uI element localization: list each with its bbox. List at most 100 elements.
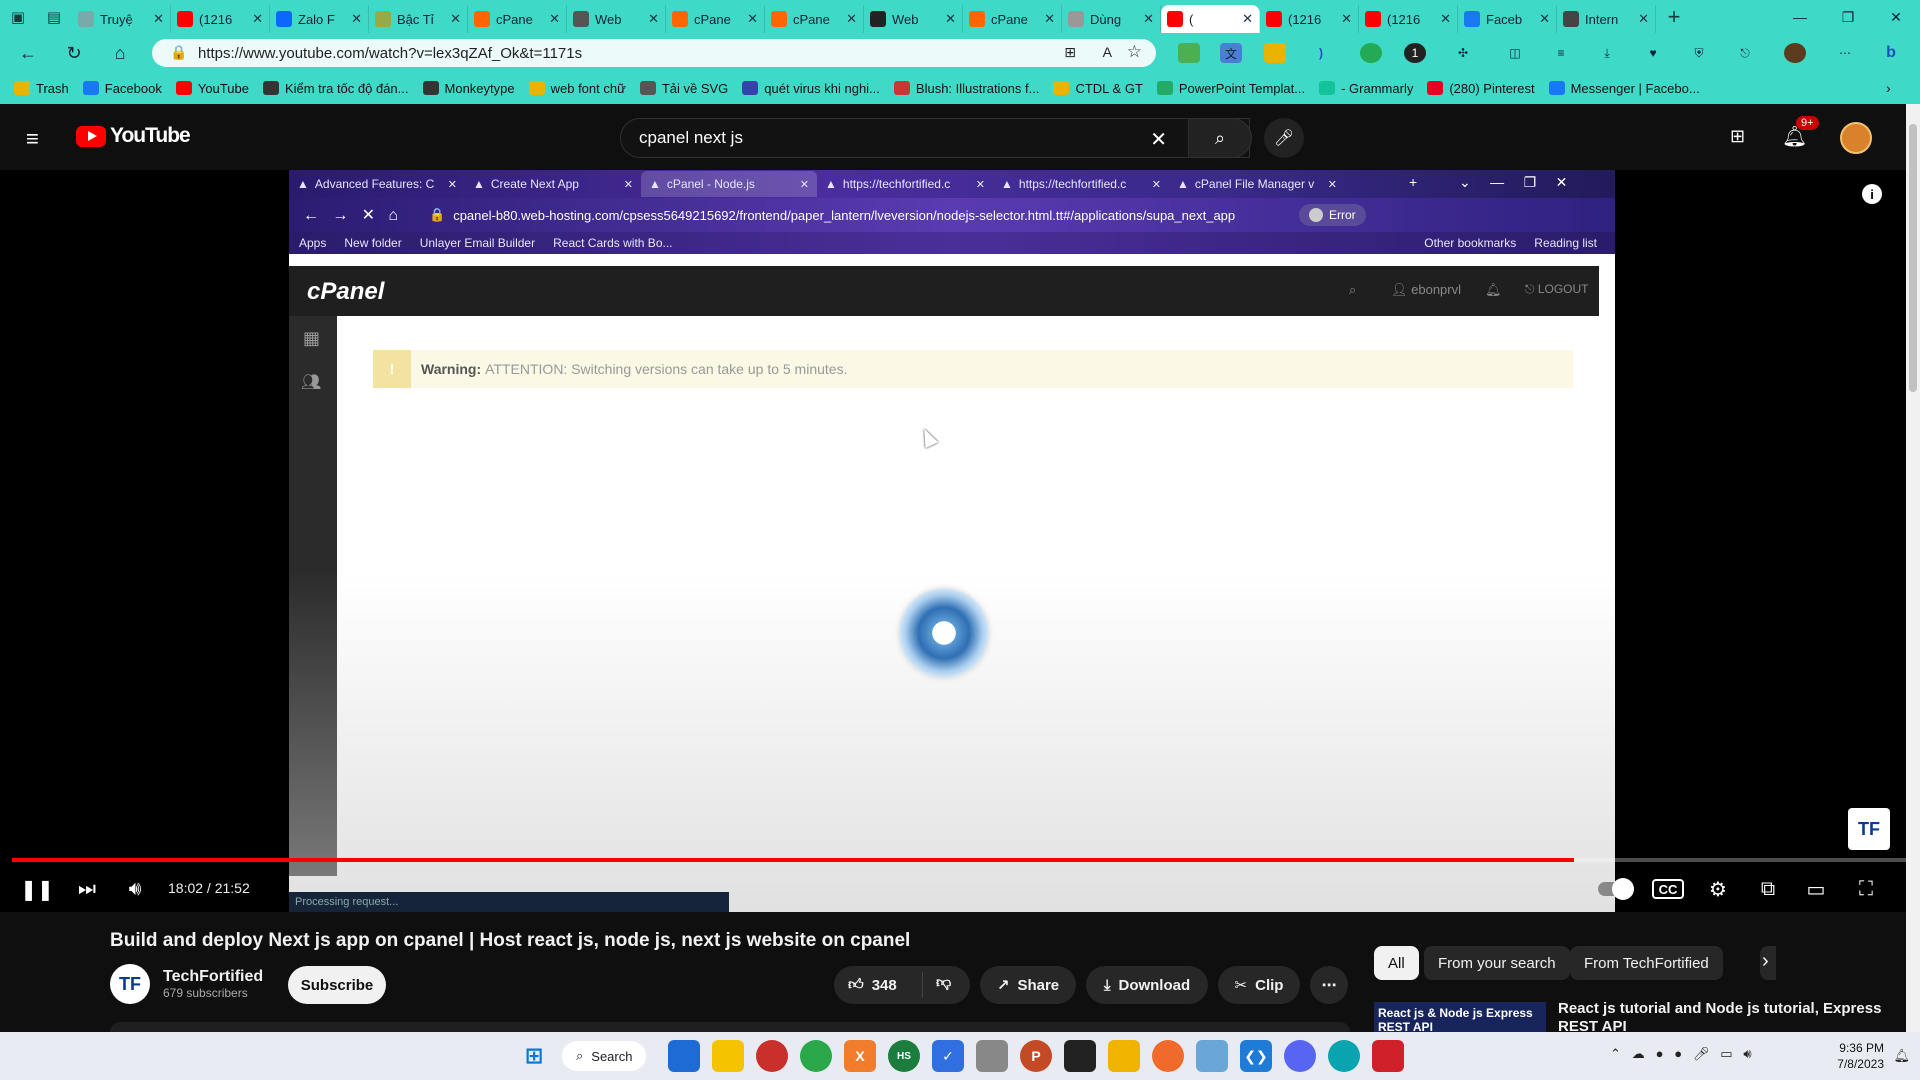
- extension-icon[interactable]: ): [1310, 43, 1332, 63]
- app-icon[interactable]: [1064, 1040, 1096, 1072]
- pause-icon[interactable]: ❚❚: [20, 874, 54, 904]
- browser-tab[interactable]: (1216 ✕: [171, 5, 270, 33]
- share-icon[interactable]: ⎋: [1734, 43, 1756, 63]
- channel-avatar[interactable]: TF: [110, 964, 150, 1004]
- app-available-icon[interactable]: ⊞: [1064, 44, 1076, 61]
- extension-icon[interactable]: [1360, 43, 1382, 63]
- browser-tab[interactable]: Intern ✕: [1557, 5, 1656, 33]
- scrollbar-thumb[interactable]: [1909, 124, 1917, 392]
- refresh-icon[interactable]: ↻: [60, 40, 88, 66]
- info-icon[interactable]: i: [1862, 184, 1882, 204]
- more-menu-icon[interactable]: ⋯: [1834, 43, 1856, 63]
- channel-watermark[interactable]: TF: [1848, 808, 1890, 850]
- video-player[interactable]: ▲ Advanced Features: C ✕ ▲ Create Next App ✕ ▲…: [0, 170, 1920, 912]
- volume-icon[interactable]: 🔊︎: [120, 874, 150, 904]
- account-avatar[interactable]: [1840, 122, 1872, 154]
- chevron-right-icon[interactable]: ›: [1886, 80, 1891, 96]
- bookmark-item[interactable]: Tải về SVG: [639, 81, 728, 96]
- browser-tab[interactable]: cPane ✕: [468, 5, 567, 33]
- close-tab-icon[interactable]: ✕: [1341, 11, 1352, 27]
- browser-tab[interactable]: Zalo F ✕: [270, 5, 369, 33]
- close-tab-icon[interactable]: ✕: [351, 11, 362, 27]
- store-app-icon[interactable]: [668, 1040, 700, 1072]
- app-icon[interactable]: [1196, 1040, 1228, 1072]
- favorite-star-icon[interactable]: ☆: [1127, 42, 1142, 62]
- fullscreen-icon[interactable]: ⛶: [1850, 874, 1882, 904]
- youtube-logo[interactable]: YouTube: [76, 124, 191, 148]
- back-icon[interactable]: ←: [14, 40, 42, 66]
- restore-button[interactable]: ❐: [1824, 0, 1872, 34]
- download-button[interactable]: ⤓ Download: [1086, 966, 1208, 1004]
- browser-essentials-icon[interactable]: ⛨: [1688, 43, 1710, 63]
- recommendation-title[interactable]: React js tutorial and Node js tutorial, …: [1558, 1000, 1898, 1032]
- profile-avatar[interactable]: [1784, 43, 1806, 63]
- bookmark-item[interactable]: Trash: [14, 81, 69, 96]
- browser-tab[interactable]: (1216 ✕: [1260, 5, 1359, 33]
- chip-from-channel[interactable]: From TechFortified: [1570, 946, 1723, 980]
- bookmark-item[interactable]: YouTube: [175, 81, 249, 96]
- search-input[interactable]: cpanel next js ✕: [620, 118, 1250, 158]
- bookmark-item[interactable]: (280) Pinterest: [1427, 81, 1535, 96]
- app-icon[interactable]: [756, 1040, 788, 1072]
- chevron-right-icon[interactable]: ›: [1762, 950, 1769, 973]
- voice-search-button[interactable]: 🎤︎: [1264, 118, 1304, 158]
- close-tab-icon[interactable]: ✕: [1143, 11, 1154, 27]
- clock[interactable]: 9:36 PM 7/8/2023: [1837, 1040, 1884, 1072]
- taskbar-search[interactable]: ⌕ Search: [562, 1041, 647, 1071]
- downloads-icon[interactable]: ⤓: [1596, 43, 1618, 63]
- close-window-button[interactable]: ✕: [1872, 0, 1920, 34]
- performance-icon[interactable]: ♥: [1642, 43, 1664, 63]
- browser-tab[interactable]: cPane ✕: [765, 5, 864, 33]
- bookmark-item[interactable]: quét virus khi nghi...: [742, 81, 880, 96]
- app-icon[interactable]: [800, 1040, 832, 1072]
- new-tab-button[interactable]: +: [1656, 0, 1692, 34]
- bookmark-item[interactable]: Monkeytype: [422, 81, 515, 96]
- channel-name[interactable]: TechFortified: [163, 968, 263, 986]
- theater-mode-icon[interactable]: ▭: [1800, 874, 1832, 904]
- close-tab-icon[interactable]: ✕: [252, 11, 263, 27]
- powerpoint-icon[interactable]: P: [1020, 1040, 1052, 1072]
- chip-all[interactable]: All: [1374, 946, 1419, 980]
- notification-center-icon[interactable]: 🔔︎: [1893, 1048, 1910, 1064]
- url-field[interactable]: 🔒 https://www.youtube.com/watch?v=lex3qZ…: [152, 39, 1156, 67]
- close-tab-icon[interactable]: ✕: [747, 11, 758, 27]
- vscode-icon[interactable]: ❮❯: [1240, 1040, 1272, 1072]
- recommendation-thumbnail[interactable]: React js & Node js Express REST API: [1374, 1002, 1546, 1032]
- close-tab-icon[interactable]: ✕: [1539, 11, 1550, 27]
- minimize-button[interactable]: —: [1776, 0, 1824, 34]
- share-button[interactable]: ↗ Share: [980, 966, 1076, 1004]
- read-aloud-icon[interactable]: A: [1103, 44, 1112, 60]
- close-tab-icon[interactable]: ✕: [846, 11, 857, 27]
- clip-button[interactable]: ✂ Clip: [1218, 966, 1300, 1004]
- favorites-icon[interactable]: ≡: [1550, 43, 1572, 63]
- close-tab-icon[interactable]: ✕: [450, 11, 461, 27]
- app-icon[interactable]: HS: [888, 1040, 920, 1072]
- bookmark-item[interactable]: Facebook: [82, 81, 162, 96]
- description-box[interactable]: [110, 1022, 1350, 1032]
- edge-icon[interactable]: [1328, 1040, 1360, 1072]
- extension-icon[interactable]: 1: [1404, 43, 1426, 63]
- search-button[interactable]: ⌕: [1188, 118, 1252, 158]
- bing-chat-icon[interactable]: b: [1880, 43, 1902, 63]
- close-tab-icon[interactable]: ✕: [153, 11, 164, 27]
- thumbs-down-icon[interactable]: 👎︎: [936, 974, 951, 992]
- tab-actions-icon[interactable]: ▤: [36, 0, 72, 34]
- progress-bar[interactable]: [12, 858, 1908, 862]
- app-icon[interactable]: [976, 1040, 1008, 1072]
- close-tab-icon[interactable]: ✕: [1638, 11, 1649, 27]
- settings-gear-icon[interactable]: ⚙: [1702, 874, 1734, 904]
- bookmark-item[interactable]: Blush: Illustrations f...: [893, 81, 1039, 96]
- extension-icon[interactable]: [1178, 43, 1200, 63]
- menu-icon[interactable]: ≡: [26, 126, 39, 152]
- bookmark-item[interactable]: web font chữ: [528, 81, 626, 96]
- browser-tab[interactable]: Web ✕: [864, 5, 963, 33]
- next-icon[interactable]: ⏭︎: [72, 874, 102, 904]
- close-tab-icon[interactable]: ✕: [549, 11, 560, 27]
- browser-tab[interactable]: Dùng ✕: [1062, 5, 1161, 33]
- close-tab-icon[interactable]: ✕: [1044, 11, 1055, 27]
- translate-extension-icon[interactable]: 文: [1220, 43, 1242, 63]
- app-icon[interactable]: [1372, 1040, 1404, 1072]
- close-tab-icon[interactable]: ✕: [648, 11, 659, 27]
- system-tray[interactable]: ⌃ ☁ ● ● 🎤︎ ▭ 🔊︎: [1610, 1046, 1752, 1062]
- close-tab-icon[interactable]: ✕: [945, 11, 956, 27]
